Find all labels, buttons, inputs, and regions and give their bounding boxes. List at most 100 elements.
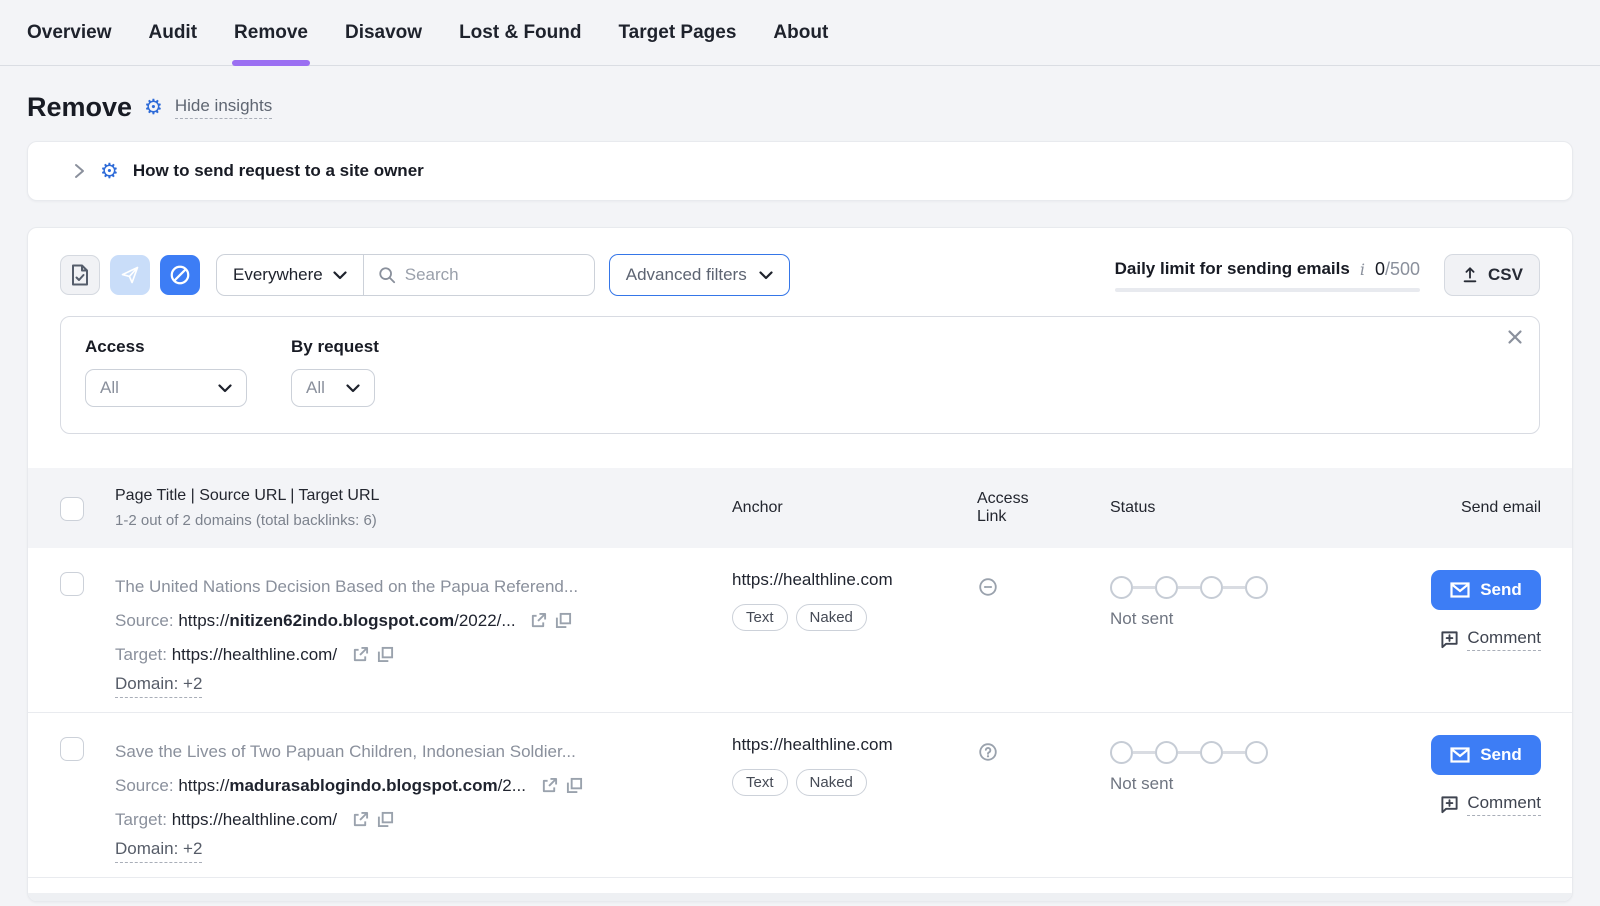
csv-label: CSV	[1488, 265, 1523, 285]
daily-limit: Daily limit for sending emails i 0/500	[1115, 259, 1444, 292]
gear-icon: ⚙	[100, 161, 119, 182]
anchor-type-badge: Naked	[796, 769, 867, 796]
horizontal-scrollbar[interactable]	[28, 893, 1572, 901]
row-checkbox[interactable]	[60, 572, 84, 596]
scope-select-value: Everywhere	[233, 265, 323, 285]
search-box	[364, 265, 594, 285]
access-filter-value: All	[100, 378, 119, 398]
info-icon[interactable]: i	[1360, 260, 1365, 279]
backlink-page-title: Save the Lives of Two Papuan Children, I…	[115, 735, 713, 769]
chevron-right-icon[interactable]	[72, 163, 86, 179]
link-icon[interactable]	[977, 576, 1110, 598]
table-row: Save the Lives of Two Papuan Children, I…	[28, 713, 1572, 878]
select-document-button[interactable]	[60, 255, 100, 295]
hide-insights-link[interactable]: Hide insights	[175, 96, 272, 119]
search-icon	[378, 266, 396, 284]
access-filter-label: Access	[85, 337, 247, 357]
close-icon[interactable]	[1507, 329, 1523, 345]
tab-audit[interactable]: Audit	[149, 0, 198, 66]
comment-link[interactable]: Comment	[1440, 793, 1541, 816]
row-checkbox[interactable]	[60, 737, 84, 761]
send-button[interactable]: Send	[1431, 735, 1541, 775]
by-request-filter-label: By request	[291, 337, 379, 357]
column-access-link: Access Link	[977, 490, 1057, 526]
chevron-down-icon	[218, 384, 232, 393]
status-text: Not sent	[1110, 774, 1390, 794]
daily-limit-label: Daily limit for sending emails	[1115, 259, 1350, 279]
howto-label: How to send request to a site owner	[133, 161, 424, 181]
page-header: Remove ⚙ Hide insights	[0, 66, 1600, 141]
envelope-icon	[1450, 747, 1470, 763]
table-row: The United Nations Decision Based on the…	[28, 548, 1572, 713]
tab-overview[interactable]: Overview	[27, 0, 112, 66]
howto-panel[interactable]: ⚙ How to send request to a site owner	[27, 141, 1573, 201]
gear-icon: ⚙	[144, 97, 163, 118]
filter-group-by-request: By request All	[291, 337, 379, 413]
select-all-checkbox[interactable]	[60, 497, 84, 521]
comment-link[interactable]: Comment	[1440, 628, 1541, 651]
anchor-type-badge: Naked	[796, 604, 867, 631]
anchor-type-badge: Text	[732, 769, 788, 796]
filter-panel: Access All By request All	[60, 316, 1540, 434]
column-anchor: Anchor	[713, 499, 977, 517]
external-link-icon[interactable]	[541, 777, 558, 794]
advanced-filters-label: Advanced filters	[626, 265, 747, 285]
tab-remove[interactable]: Remove	[234, 0, 308, 66]
by-request-filter-value: All	[306, 378, 325, 398]
copy-icon[interactable]	[566, 777, 583, 794]
comment-plus-icon	[1440, 630, 1459, 649]
advanced-filters-button[interactable]: Advanced filters	[609, 254, 790, 296]
send-emails-button[interactable]	[110, 255, 150, 295]
chevron-down-icon	[346, 384, 360, 393]
chevron-down-icon	[759, 271, 773, 280]
domain-expand-link[interactable]: Domain: +2	[115, 839, 202, 863]
disavow-button[interactable]	[160, 255, 200, 295]
paper-plane-icon	[120, 265, 140, 285]
export-csv-button[interactable]: CSV	[1444, 254, 1540, 296]
comment-plus-icon	[1440, 795, 1459, 814]
daily-limit-progress	[1115, 288, 1420, 292]
external-link-icon[interactable]	[530, 612, 547, 629]
domain-expand-link[interactable]: Domain: +2	[115, 674, 202, 698]
status-text: Not sent	[1110, 609, 1390, 629]
status-stepper	[1110, 735, 1390, 764]
upload-icon	[1461, 266, 1479, 284]
send-button[interactable]: Send	[1431, 570, 1541, 610]
column-status: Status	[1110, 499, 1390, 517]
filter-group-access: Access All	[85, 337, 247, 413]
question-circle-icon[interactable]	[977, 741, 1110, 763]
chevron-down-icon	[333, 271, 347, 280]
source-label: Source:	[115, 776, 178, 795]
remove-table-card: Everywhere Advanced filters Daily limit …	[27, 227, 1573, 902]
block-icon	[169, 264, 191, 286]
external-link-icon[interactable]	[352, 811, 369, 828]
access-filter-select[interactable]: All	[85, 369, 247, 407]
backlinks-table: Page Title | Source URL | Target URL 1-2…	[28, 468, 1572, 878]
copy-icon[interactable]	[377, 811, 394, 828]
by-request-filter-select[interactable]: All	[291, 369, 375, 407]
table-count-summary: 1-2 out of 2 domains (total backlinks: 6…	[115, 512, 713, 529]
target-label: Target:	[115, 810, 172, 829]
source-label: Source:	[115, 611, 178, 630]
anchor-url: https://healthline.com	[732, 735, 977, 755]
column-page-title: Page Title | Source URL | Target URL	[115, 487, 713, 505]
toolbar: Everywhere Advanced filters Daily limit …	[28, 228, 1572, 306]
copy-icon[interactable]	[377, 646, 394, 663]
tab-about[interactable]: About	[773, 0, 828, 66]
scope-select[interactable]: Everywhere	[217, 255, 364, 295]
status-stepper	[1110, 570, 1390, 599]
tab-target-pages[interactable]: Target Pages	[618, 0, 736, 66]
page-title: Remove	[27, 92, 132, 123]
copy-icon[interactable]	[555, 612, 572, 629]
anchor-type-badge: Text	[732, 604, 788, 631]
tab-disavow[interactable]: Disavow	[345, 0, 422, 66]
backlink-page-title: The United Nations Decision Based on the…	[115, 570, 713, 604]
document-check-icon	[70, 264, 90, 286]
tab-bar: Overview Audit Remove Disavow Lost & Fou…	[0, 0, 1600, 66]
target-label: Target:	[115, 645, 172, 664]
external-link-icon[interactable]	[352, 646, 369, 663]
search-input[interactable]	[405, 265, 575, 285]
column-send-email: Send email	[1390, 499, 1572, 517]
tab-lost-found[interactable]: Lost & Found	[459, 0, 581, 66]
search-group: Everywhere	[216, 254, 595, 296]
